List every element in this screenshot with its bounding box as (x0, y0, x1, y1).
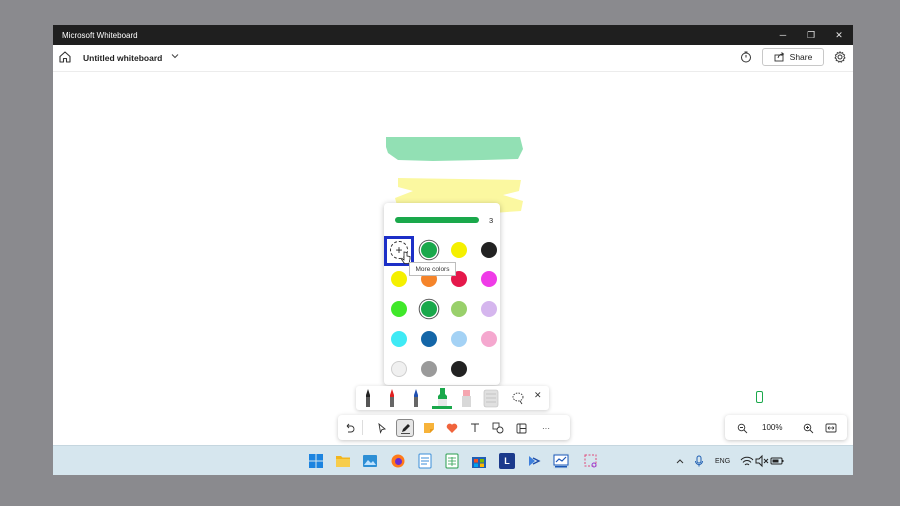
thickness-slider[interactable] (395, 217, 479, 223)
file-explorer-icon[interactable] (335, 453, 351, 469)
app-header: Untitled whiteboard Share (53, 45, 853, 72)
text-icon (471, 423, 479, 432)
zoom-in-button[interactable] (799, 419, 817, 437)
black-pen-icon[interactable] (362, 388, 374, 408)
more-colors-tooltip: More colors (409, 262, 456, 276)
palette-swatch-3feaf5[interactable] (391, 331, 407, 347)
notepad-icon[interactable] (417, 453, 433, 469)
palette-swatch-f5f000[interactable] (391, 271, 407, 287)
spreadsheet-icon[interactable] (444, 453, 460, 469)
palette-swatch-1aa84b[interactable] (421, 301, 437, 317)
home-icon[interactable] (58, 50, 72, 64)
snipping-tool-icon[interactable] (583, 453, 599, 469)
select-tool-button[interactable] (373, 419, 391, 437)
pen-tray: ✕ (356, 386, 549, 410)
microphone-icon[interactable] (691, 453, 707, 469)
zoom-level: 100% (762, 423, 783, 432)
start-icon[interactable] (308, 453, 324, 469)
recent-color-black[interactable] (481, 242, 497, 258)
recent-color-yellow[interactable] (451, 242, 467, 258)
heart-icon (446, 423, 458, 433)
firefox-icon[interactable] (390, 453, 406, 469)
templates-icon (516, 423, 526, 433)
restore-button[interactable]: ❐ (797, 25, 825, 45)
sticky-note-icon (424, 423, 434, 433)
pen-tray-close-button[interactable]: ✕ (534, 390, 542, 401)
undo-icon (346, 423, 354, 433)
close-button[interactable]: ✕ (825, 25, 853, 45)
zoom-in-icon (803, 423, 813, 433)
palette-swatch-40e82a[interactable] (391, 301, 407, 317)
window-title: Microsoft Whiteboard (62, 31, 138, 40)
timer-icon[interactable] (740, 51, 752, 63)
palette-swatch-222222[interactable] (451, 361, 467, 377)
chevron-down-icon[interactable] (170, 51, 180, 61)
sticky-note-button[interactable] (420, 419, 438, 437)
battery-icon[interactable] (769, 453, 785, 469)
thickness-slider-thumb[interactable] (756, 391, 764, 403)
title-bar: Microsoft Whiteboard ─ ❐ ✕ (53, 25, 853, 45)
text-tool-button[interactable] (466, 419, 484, 437)
word-app-icon[interactable]: L (499, 453, 515, 469)
palette-swatch-1466a8[interactable] (421, 331, 437, 347)
whiteboard-app-icon[interactable] (553, 453, 569, 469)
reactions-button[interactable] (443, 419, 461, 437)
pen-options-panel: 3 (384, 203, 764, 403)
pointer-icon (378, 422, 387, 434)
lasso-icon[interactable] (511, 391, 525, 405)
share-icon (774, 52, 784, 62)
red-pen-icon[interactable] (386, 388, 398, 408)
palette-swatch-a4d2f5[interactable] (451, 331, 467, 347)
more-tools-button[interactable]: ··· (537, 419, 555, 437)
language-indicator[interactable]: ENG (715, 458, 730, 465)
palette-swatch-d5b6ee[interactable] (481, 301, 497, 317)
main-toolbar: ··· (338, 415, 570, 440)
chevron-up-icon[interactable] (672, 453, 688, 469)
eraser-pink-icon[interactable] (460, 388, 472, 408)
templates-button[interactable] (512, 419, 530, 437)
zoom-controls: 100% (725, 415, 847, 440)
shapes-button[interactable] (489, 419, 507, 437)
remote-desktop-icon[interactable] (526, 453, 542, 469)
fit-to-screen-button[interactable] (822, 419, 840, 437)
thickness-value: 3 (489, 216, 494, 225)
palette-swatch-9a9a9a[interactable] (421, 361, 437, 377)
fit-screen-icon (825, 423, 837, 433)
ruler-eraser-icon[interactable] (482, 388, 500, 408)
recent-color-green[interactable] (421, 242, 437, 258)
toolbar-divider (362, 420, 363, 435)
minimize-button[interactable]: ─ (769, 25, 797, 45)
share-label: Share (789, 52, 813, 62)
palette-swatch-f5a8cf[interactable] (481, 331, 497, 347)
shapes-icon (492, 422, 504, 434)
green-highlighter-stroke (386, 137, 523, 161)
volume-muted-icon[interactable] (754, 453, 770, 469)
blue-pen-icon[interactable] (410, 388, 422, 408)
zoom-out-button[interactable] (733, 419, 751, 437)
green-highlighter-icon[interactable] (432, 386, 452, 410)
board-title[interactable]: Untitled whiteboard (83, 53, 162, 63)
pen-tool-button[interactable] (396, 419, 414, 437)
pen-icon (400, 423, 410, 434)
palette-swatch-99d06b[interactable] (451, 301, 467, 317)
palette-swatch-ef3be7[interactable] (481, 271, 497, 287)
store-icon[interactable] (471, 453, 487, 469)
share-button[interactable]: Share (762, 48, 824, 66)
gear-icon[interactable] (834, 51, 846, 63)
wifi-icon[interactable] (739, 453, 755, 469)
zoom-out-icon (737, 423, 747, 433)
palette-swatch-f0f0f0[interactable] (391, 361, 407, 377)
windows-taskbar: L ENG (53, 445, 853, 475)
undo-button[interactable] (340, 419, 358, 437)
whiteboard-window: Microsoft Whiteboard ─ ❐ ✕ Untitled whit… (53, 25, 853, 475)
photos-icon[interactable] (362, 453, 378, 469)
